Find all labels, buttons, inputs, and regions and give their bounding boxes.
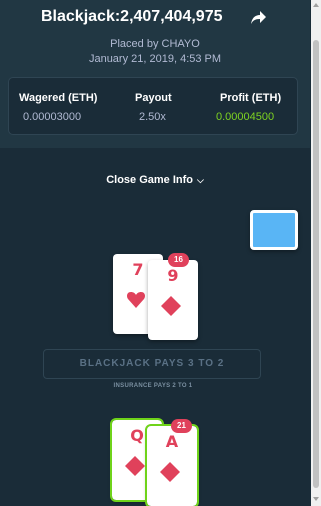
- bet-date: January 21, 2019, 4:53 PM: [88, 53, 222, 65]
- card-rank: 9: [167, 266, 179, 285]
- bet-stats: Wagered (ETH) 0.00003000 Payout 2.50x Pr…: [8, 77, 298, 135]
- bet-title: Blackjack:2,407,404,975: [41, 8, 223, 25]
- close-game-info-button[interactable]: Close Game Info ⌵: [0, 174, 310, 186]
- insurance-pays-label: INSURANCE PAYS 2 TO 1: [113, 383, 193, 389]
- dealer-total-badge: 16: [168, 253, 189, 267]
- share-icon[interactable]: [250, 8, 268, 26]
- diamond-icon: [125, 456, 145, 476]
- diamond-icon: [160, 462, 180, 482]
- scroll-up-icon[interactable]: [313, 3, 319, 7]
- card-rank: A: [165, 432, 179, 451]
- dealer-card-2: 9: [148, 260, 198, 340]
- dealer-card-back: [250, 210, 298, 250]
- scroll-down-icon[interactable]: [313, 497, 319, 501]
- diamond-icon: [161, 296, 181, 316]
- placed-by: Placed by CHAYO: [110, 38, 200, 50]
- chevron-down-icon: ⌵: [196, 175, 204, 185]
- player-card-2: A: [145, 424, 199, 506]
- scrollbar[interactable]: [311, 0, 321, 506]
- profit-value: 0.00004500: [216, 111, 275, 123]
- wagered-value: 0.00003000: [23, 111, 82, 123]
- close-game-info-label: Close Game Info: [106, 174, 193, 186]
- player-total-badge: 21: [171, 419, 192, 433]
- scrollbar-thumb[interactable]: [313, 40, 319, 488]
- wagered-label: Wagered (ETH): [19, 92, 98, 104]
- payout-label: Payout: [135, 92, 172, 104]
- bet-info-panel: Blackjack:2,407,404,975 Placed by CHAYO …: [0, 0, 310, 148]
- profit-label: Profit (ETH): [220, 92, 282, 104]
- blackjack-pays-label: BLACKJACK PAYS 3 TO 2: [43, 349, 261, 379]
- heart-icon: [127, 292, 145, 308]
- payout-value: 2.50x: [139, 111, 166, 123]
